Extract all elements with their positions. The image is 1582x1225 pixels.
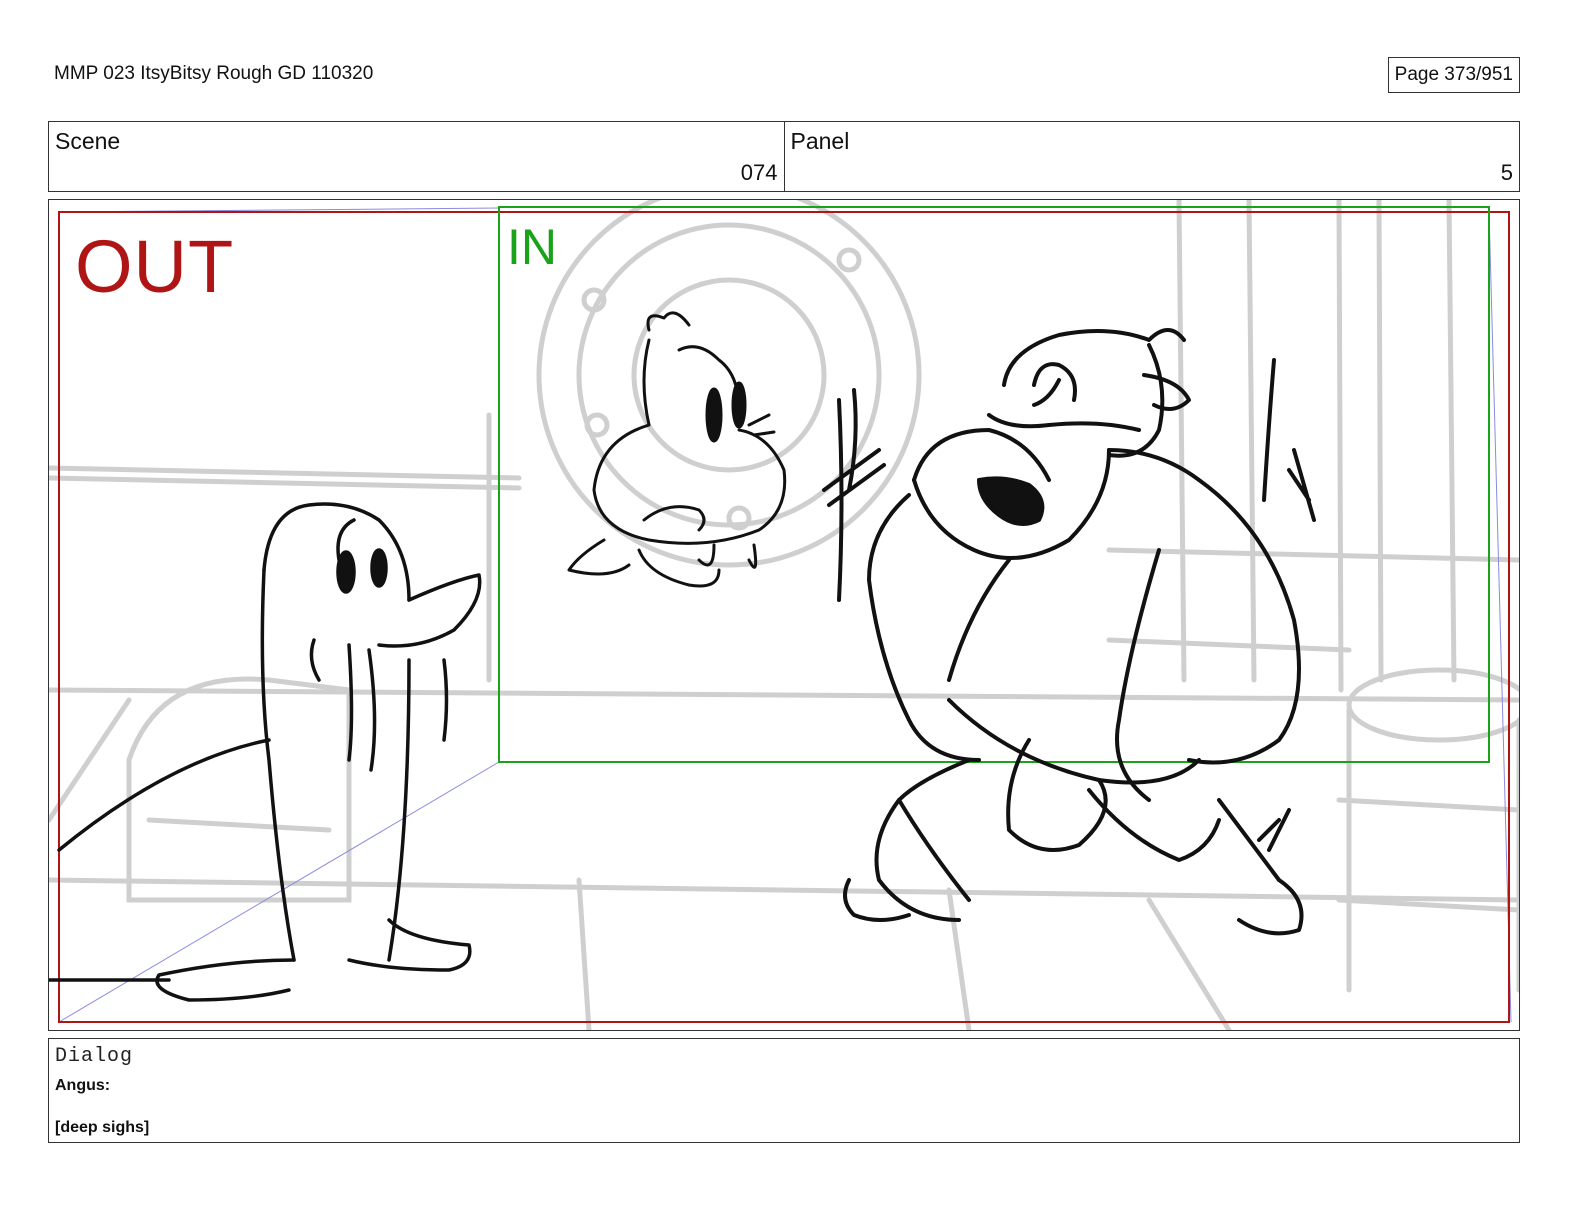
dialog-label: Dialog xyxy=(55,1045,134,1068)
angus-character-sketch xyxy=(822,328,1316,936)
scene-cell: Scene 074 xyxy=(49,122,784,191)
dialog-line: [deep sighs] xyxy=(55,1119,150,1136)
panel-number: 5 xyxy=(1500,160,1513,185)
document-title: MMP 023 ItsyBitsy Rough GD 110320 xyxy=(54,63,374,84)
scene-panel-info: Scene 074 Panel 5 xyxy=(48,121,1520,192)
scene-number: 074 xyxy=(740,160,778,185)
walrus-character-sketch xyxy=(49,502,482,1002)
panel-label: Panel xyxy=(790,128,850,154)
dialog-speaker: Angus: xyxy=(55,1077,111,1094)
in-field-tag: IN xyxy=(507,219,557,275)
storyboard-sketch xyxy=(49,200,1519,1030)
dialog-box: Dialog Angus: [deep sighs] xyxy=(48,1038,1520,1143)
panel-cell: Panel 5 xyxy=(783,122,1520,191)
out-field-tag: OUT xyxy=(75,225,235,308)
scene-label: Scene xyxy=(55,128,121,154)
storyboard-frame: OUT IN xyxy=(48,199,1520,1031)
page-number: Page 373/951 xyxy=(1387,57,1520,93)
